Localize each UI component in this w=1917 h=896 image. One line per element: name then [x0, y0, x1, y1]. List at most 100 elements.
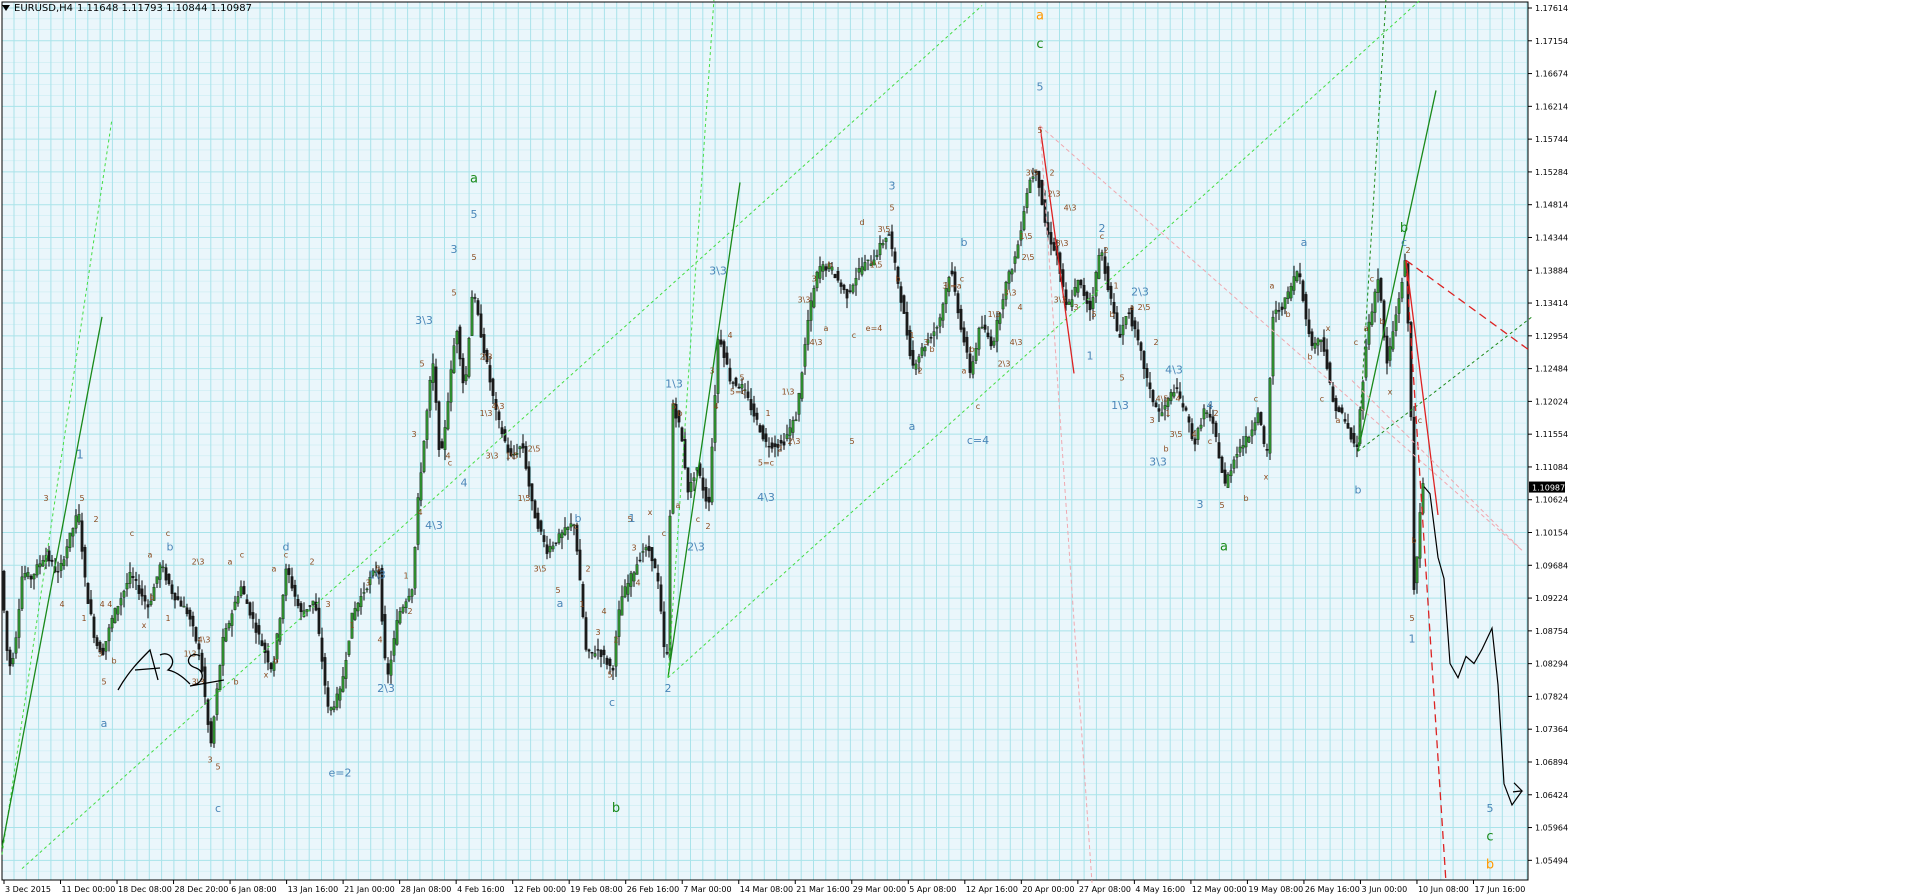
candle-bear: [911, 350, 915, 366]
candle-bear: [290, 576, 294, 589]
candle-bear: [200, 652, 204, 672]
candle-bear: [1349, 427, 1353, 440]
candle-bull: [992, 340, 996, 346]
candle-bull: [920, 347, 924, 356]
candle-bear: [533, 500, 537, 519]
candle-bull: [344, 660, 348, 679]
sub-wave-label: 3\3: [798, 296, 811, 305]
x-tick-label: 20 Apr 00:00: [1022, 885, 1074, 894]
dropdown-triangle-icon[interactable]: [2, 5, 10, 11]
candle-bull: [1022, 211, 1026, 230]
candle-bull: [110, 617, 114, 629]
sub-wave-label: 4: [1175, 395, 1180, 404]
wave-label: 3\3: [709, 264, 727, 277]
candle-bull: [233, 601, 237, 610]
candle-bull: [422, 440, 426, 472]
candle-bull: [1073, 287, 1077, 296]
wave-label: 3: [451, 243, 458, 256]
candle-bear: [680, 427, 684, 442]
sub-wave-label: b: [969, 345, 974, 354]
candle-bear: [1136, 329, 1140, 341]
sub-wave-label: x: [142, 621, 147, 630]
x-tick-label: 14 Mar 08:00: [740, 885, 793, 894]
sub-wave-label: c: [1208, 437, 1212, 446]
sub-wave-label: 2: [93, 515, 98, 524]
candle-bear: [773, 443, 777, 447]
candle-bull: [935, 327, 939, 329]
y-tick-label: 1.07364: [1535, 725, 1568, 734]
candle-bear: [1340, 407, 1344, 413]
candle-bear: [134, 578, 138, 581]
candle-bull: [1247, 437, 1251, 443]
sub-wave-label: 2\3: [788, 437, 801, 446]
candle-bear: [1301, 280, 1305, 301]
candle-bull: [1370, 311, 1374, 325]
sub-wave-label: x: [1388, 388, 1393, 397]
candle-bear: [584, 617, 588, 650]
candle-bear: [1103, 256, 1107, 274]
candle-bull: [1091, 297, 1095, 309]
y-tick-label: 1.08754: [1535, 627, 1568, 636]
candle-bear: [1151, 390, 1155, 403]
candle-bull: [1121, 324, 1125, 336]
candle-bear: [638, 559, 642, 562]
y-tick-label: 1.15744: [1535, 135, 1568, 144]
y-tick-label: 1.17614: [1535, 4, 1568, 13]
candle-bear: [836, 271, 840, 281]
candle-bear: [266, 650, 270, 663]
wave-label: a: [1036, 9, 1044, 24]
sub-wave-label: a: [1130, 303, 1135, 312]
current-price-label: 1.10987: [1532, 484, 1565, 493]
candle-bear: [1079, 279, 1083, 286]
candle-bull: [980, 326, 984, 329]
candle-bear: [686, 467, 690, 493]
candle-bull: [863, 262, 867, 271]
candle-bull: [1397, 298, 1401, 314]
candle-bull: [122, 590, 126, 598]
candle-bear: [488, 365, 492, 383]
y-tick-label: 1.16674: [1535, 70, 1568, 79]
candle-bear: [131, 576, 135, 578]
sub-wave-label: 1: [1165, 409, 1170, 418]
candle-bull: [1010, 269, 1014, 275]
sub-wave-label: b: [233, 678, 238, 687]
candle-bull: [341, 676, 345, 692]
candle-bear: [143, 595, 147, 602]
candle-bull: [923, 346, 927, 352]
y-tick-label: 1.08294: [1535, 660, 1568, 669]
y-tick-label: 1.07824: [1535, 692, 1568, 701]
candle-bull: [689, 482, 693, 492]
candle-bull: [59, 563, 63, 571]
candle-bull: [1418, 512, 1422, 559]
candle-bear: [197, 643, 201, 650]
candle-bull: [20, 576, 24, 609]
candle-bear: [833, 273, 837, 279]
sub-wave-label: 2\3: [998, 359, 1011, 368]
sub-wave-label: 4\3: [492, 402, 505, 411]
candle-bear: [1277, 310, 1281, 312]
candle-bull: [551, 545, 555, 550]
candle-bear: [1259, 412, 1263, 425]
y-tick-label: 1.16214: [1535, 102, 1568, 111]
sub-wave-label: c: [662, 529, 666, 538]
sub-wave-label: 4: [635, 579, 640, 588]
sub-wave-label: b: [1307, 352, 1312, 361]
candle-bear: [1049, 232, 1053, 245]
sub-wave-label: 3: [709, 366, 714, 375]
candle-bear: [653, 558, 657, 569]
sub-wave-label: c: [1320, 395, 1324, 404]
wave-label: b: [1355, 484, 1362, 497]
candle-bear: [461, 357, 465, 384]
sub-wave-label: 1\5: [1020, 232, 1033, 241]
wave-label: 1: [1087, 349, 1094, 362]
candle-bear: [383, 614, 387, 659]
candle-bull: [563, 527, 567, 535]
price-chart[interactable]: 3 52414 435bc caxb12\34\31\33\335cababxc23…: [0, 0, 1917, 896]
candle-bull: [1124, 316, 1128, 325]
candle-bear: [779, 440, 783, 444]
y-tick-label: 1.12954: [1535, 332, 1568, 341]
candle-bear: [1352, 433, 1356, 444]
x-tick-label: 7 Mar 00:00: [683, 885, 731, 894]
candle-bull: [113, 608, 117, 624]
candle-bull: [284, 568, 288, 596]
